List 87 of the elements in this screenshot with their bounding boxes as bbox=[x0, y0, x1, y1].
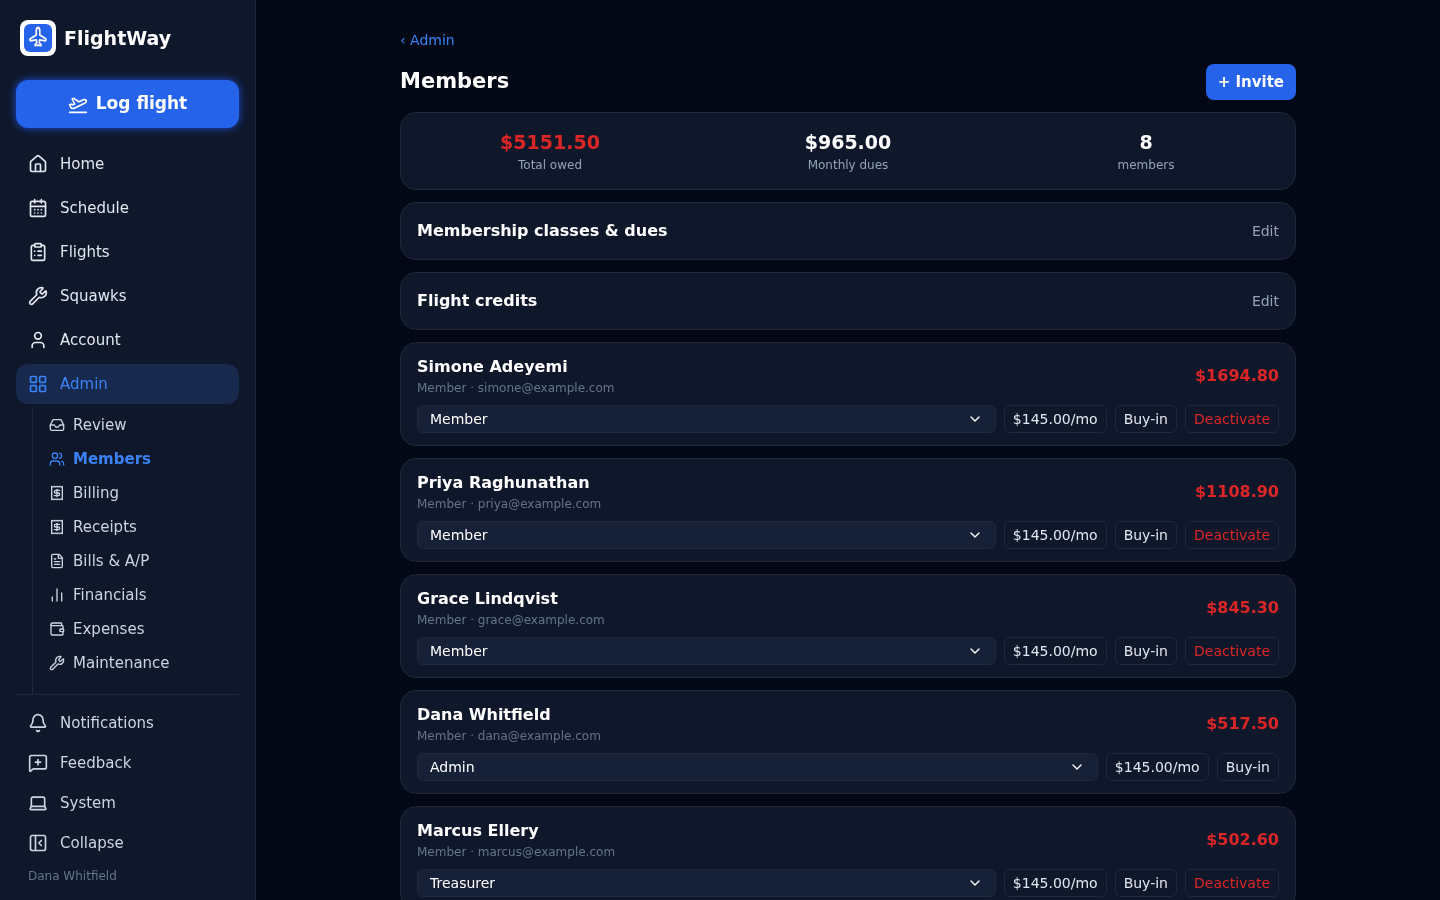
user-icon bbox=[28, 330, 48, 350]
stat-label: Monthly dues bbox=[807, 157, 889, 175]
amount-owed: $502.60 bbox=[1206, 829, 1279, 851]
invite-button[interactable]: + Invite bbox=[1205, 64, 1296, 100]
member-name: Simone Adeyemi bbox=[417, 356, 569, 378]
receipt-icon bbox=[49, 485, 65, 501]
admin-nav-item[interactable]: Review bbox=[49, 408, 239, 442]
grid-icon bbox=[28, 374, 48, 394]
member-name: Priya Raghunathan bbox=[417, 472, 591, 494]
bell-icon bbox=[28, 713, 48, 733]
admin-nav-item[interactable]: Maintenance bbox=[49, 646, 239, 680]
laptop-icon bbox=[28, 793, 48, 813]
member-name: Marcus Ellery bbox=[417, 820, 540, 842]
user-name: Dana Whitfield bbox=[27, 868, 118, 885]
deactivate-button[interactable]: Deactivate bbox=[1185, 637, 1279, 665]
role-select[interactable]: Member bbox=[417, 405, 996, 433]
amount-owed: $1108.90 bbox=[1195, 481, 1279, 503]
bar-chart-icon bbox=[49, 587, 65, 603]
brand-name: FlightWay bbox=[64, 25, 172, 51]
role-select[interactable]: Member bbox=[417, 521, 996, 549]
dues-button[interactable]: $145.00/mo bbox=[1003, 869, 1107, 897]
nav-item[interactable]: Admin bbox=[16, 364, 239, 404]
member-subtitle: Member · simone@example.com bbox=[417, 380, 615, 397]
buy-in-button[interactable]: Buy-in bbox=[1216, 753, 1279, 781]
nav-item[interactable]: Home bbox=[16, 144, 239, 184]
role-select[interactable]: Member bbox=[417, 637, 996, 665]
amount-owed: $1694.80 bbox=[1195, 365, 1279, 387]
dues-button[interactable]: $145.00/mo bbox=[1003, 637, 1107, 665]
stat-value: $965.00 bbox=[804, 129, 892, 155]
member-subtitle: Member · marcus@example.com bbox=[417, 844, 616, 861]
member-name: Grace Lindqvist bbox=[417, 588, 559, 610]
nav-item[interactable]: Collapse bbox=[16, 823, 239, 863]
member-subtitle: Member · grace@example.com bbox=[417, 612, 605, 629]
buy-in-button[interactable]: Buy-in bbox=[1114, 405, 1177, 433]
amount-owed: $845.30 bbox=[1206, 597, 1279, 619]
logo-icon bbox=[20, 20, 56, 56]
buy-in-button[interactable]: Buy-in bbox=[1114, 521, 1177, 549]
wallet-icon bbox=[49, 621, 65, 637]
section-title: Flight credits bbox=[417, 290, 538, 312]
stat-value: $5151.50 bbox=[500, 129, 600, 155]
dues-button[interactable]: $145.00/mo bbox=[1003, 405, 1107, 433]
clipboard-icon bbox=[28, 242, 48, 262]
edit-button[interactable]: Edit bbox=[1251, 290, 1279, 312]
users-icon bbox=[49, 451, 65, 467]
admin-nav-item[interactable]: Financials bbox=[49, 578, 239, 612]
role-select[interactable]: Admin bbox=[417, 753, 1098, 781]
role-select[interactable]: Treasurer bbox=[417, 869, 996, 897]
deactivate-button[interactable]: Deactivate bbox=[1185, 869, 1279, 897]
admin-nav-item[interactable]: Bills & A/P bbox=[49, 544, 239, 578]
amount-owed: $517.50 bbox=[1206, 713, 1279, 735]
home-icon bbox=[28, 154, 48, 174]
member-subtitle: Member · dana@example.com bbox=[417, 728, 601, 745]
stat-value: 8 bbox=[1139, 129, 1153, 155]
page-title: Members bbox=[400, 68, 510, 96]
buy-in-button[interactable]: Buy-in bbox=[1114, 637, 1177, 665]
nav-item[interactable]: Schedule bbox=[16, 188, 239, 228]
nav-item[interactable]: Account bbox=[16, 320, 239, 360]
admin-nav-item[interactable]: Receipts bbox=[49, 510, 239, 544]
admin-nav-item[interactable]: Members bbox=[49, 442, 239, 476]
stat-label: members bbox=[1117, 157, 1175, 175]
message-plus-icon bbox=[28, 753, 48, 773]
edit-button[interactable]: Edit bbox=[1251, 220, 1279, 242]
dues-button[interactable]: $145.00/mo bbox=[1003, 521, 1107, 549]
wrench-icon bbox=[49, 655, 65, 671]
document-icon bbox=[49, 553, 65, 569]
calendar-icon bbox=[28, 198, 48, 218]
breadcrumb-link[interactable]: ‹ Admin bbox=[400, 32, 455, 48]
nav-item[interactable]: Squawks bbox=[16, 276, 239, 316]
receipt-icon bbox=[49, 519, 65, 535]
collapse-icon bbox=[28, 833, 48, 853]
inbox-icon bbox=[49, 417, 65, 433]
dues-button[interactable]: $145.00/mo bbox=[1105, 753, 1209, 781]
wrench-icon bbox=[28, 286, 48, 306]
member-subtitle: Member · priya@example.com bbox=[417, 496, 602, 513]
nav-item[interactable]: System bbox=[16, 783, 239, 823]
nav-item[interactable]: Notifications bbox=[16, 703, 239, 743]
member-name: Dana Whitfield bbox=[417, 704, 552, 726]
nav-item[interactable]: Flights bbox=[16, 232, 239, 272]
stat-label: Total owed bbox=[518, 157, 582, 175]
nav-item[interactable]: Feedback bbox=[16, 743, 239, 783]
admin-nav-item[interactable]: Expenses bbox=[49, 612, 239, 646]
log-flight-button[interactable]: Log flight bbox=[16, 80, 239, 128]
deactivate-button[interactable]: Deactivate bbox=[1185, 405, 1279, 433]
admin-nav-item[interactable]: Billing bbox=[49, 476, 239, 510]
deactivate-button[interactable]: Deactivate bbox=[1185, 521, 1279, 549]
buy-in-button[interactable]: Buy-in bbox=[1114, 869, 1177, 897]
section-title: Membership classes & dues bbox=[417, 220, 668, 242]
